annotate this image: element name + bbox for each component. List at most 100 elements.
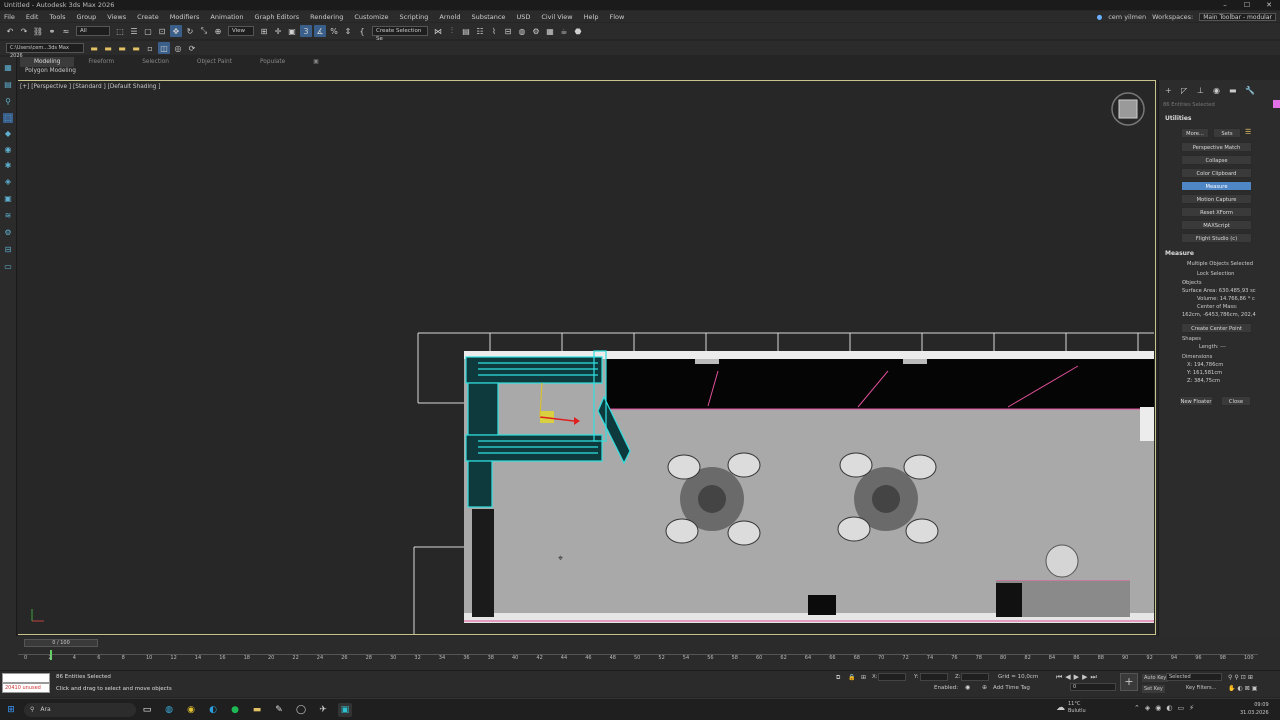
menu-views[interactable]: Views	[107, 13, 126, 21]
y-coordinate-field[interactable]	[920, 673, 948, 681]
ribbon-tab-populate[interactable]: Populate	[246, 57, 299, 67]
key-mode-dropdown[interactable]: Selected	[1166, 673, 1222, 681]
isolate-selection-icon[interactable]: ◫	[158, 42, 170, 54]
menu-tools[interactable]: Tools	[49, 13, 65, 21]
current-frame-field[interactable]: 0	[1070, 683, 1116, 691]
file-explorer-icon[interactable]: ▬	[250, 703, 264, 717]
utilities-tab-icon[interactable]: 🔧	[1245, 86, 1255, 95]
viewport-nav-controls-2[interactable]: ✋◐⊠▣	[1228, 685, 1259, 692]
more-button[interactable]: More...	[1181, 128, 1209, 138]
hierarchy-icon[interactable]: ⊟	[3, 245, 13, 255]
menu-edit[interactable]: Edit	[26, 13, 39, 21]
snap-settings-icon[interactable]: ◎	[172, 42, 184, 54]
perspective-viewport[interactable]: ⌖	[18, 80, 1156, 635]
selection-filter-dropdown[interactable]: All	[76, 26, 110, 36]
snaps-toggle-icon[interactable]: 3	[300, 25, 312, 37]
ribbon-panel[interactable]: Polygon Modeling	[20, 67, 1158, 76]
select-by-name-icon[interactable]: ☰	[128, 25, 140, 37]
scene-explorer-icon[interactable]: ▤	[460, 25, 472, 37]
pivot-center-icon[interactable]: ⊞	[258, 25, 270, 37]
task-view-icon[interactable]: ▭	[140, 703, 154, 717]
weather-widget[interactable]: ☁ 11°C Bulutlu	[1056, 701, 1086, 715]
menu-civil-view[interactable]: Civil View	[541, 13, 572, 21]
menu-flow[interactable]: Flow	[609, 13, 624, 21]
app2-icon[interactable]: ✈	[316, 703, 330, 717]
absolute-mode-icon[interactable]: ⊞	[861, 674, 866, 681]
redo-icon[interactable]: ↷	[18, 25, 30, 37]
viewport-label[interactable]: [+] [Perspective ] [Standard ] [Default …	[20, 84, 161, 90]
user-name[interactable]: cem yilmen	[1108, 13, 1146, 21]
select-manipulate-icon[interactable]: ✛	[272, 25, 284, 37]
key-filters-button[interactable]: Key Filters...	[1186, 685, 1216, 691]
schematic-view-icon[interactable]: ⊟	[502, 25, 514, 37]
keyboard-shortcut-icon[interactable]: ▣	[286, 25, 298, 37]
maxscript-output[interactable]: 20410 unused	[2, 683, 50, 693]
utility-collapse[interactable]: Collapse	[1181, 155, 1252, 165]
lights-icon[interactable]: ✱	[3, 161, 13, 171]
timeline[interactable]: 0 / 100	[0, 636, 1280, 670]
close-button[interactable]: ✕	[1258, 0, 1280, 10]
menu-rendering[interactable]: Rendering	[310, 13, 343, 21]
render-production-icon[interactable]: ☕	[558, 25, 570, 37]
edge-browser-icon[interactable]: ◐	[206, 703, 220, 717]
spinner-snap-icon[interactable]: ⇕	[342, 25, 354, 37]
bind-space-warp-icon[interactable]: ≈	[60, 25, 72, 37]
edge-icon[interactable]: ◍	[162, 703, 176, 717]
set-key-icon[interactable]: +	[1120, 673, 1138, 691]
scene-explorer-icon[interactable]: ▦	[3, 63, 13, 73]
utility-reset-xform[interactable]: Reset XForm	[1181, 207, 1252, 217]
steam-icon[interactable]: ◯	[294, 703, 308, 717]
modify-tab-icon[interactable]: ◸	[1181, 86, 1187, 95]
select-place-icon[interactable]: ⊕	[212, 25, 224, 37]
time-tag-icon[interactable]: ⊕	[982, 684, 987, 691]
project-folder-icon[interactable]: ▬	[88, 42, 100, 54]
select-scale-icon[interactable]: ⤡	[198, 25, 210, 37]
time-slider[interactable]: 0 / 100	[24, 639, 98, 647]
rendered-frame-window-icon[interactable]: ▦	[544, 25, 556, 37]
spotify-icon[interactable]: ●	[228, 703, 242, 717]
motion-tab-icon[interactable]: ◉	[1213, 86, 1220, 95]
color-swatch[interactable]	[1273, 100, 1280, 108]
app-icon[interactable]: ✎	[272, 703, 286, 717]
align-icon[interactable]: ⫶	[446, 25, 458, 37]
select-rotate-icon[interactable]: ↻	[184, 25, 196, 37]
display-icon[interactable]: ▭	[3, 262, 13, 272]
cameras-icon[interactable]: ◈	[3, 177, 13, 187]
shapes-icon[interactable]: ◉	[3, 145, 13, 155]
new-floater-button[interactable]: New Floater	[1179, 396, 1213, 406]
archive-icon[interactable]: ▬	[130, 42, 142, 54]
menu-create[interactable]: Create	[137, 13, 159, 21]
chrome-icon[interactable]: ◉	[184, 703, 198, 717]
system-tray-icons[interactable]: ⌃◈◉◐▭⚡	[1134, 704, 1199, 712]
mirror-icon[interactable]: ⋈	[432, 25, 444, 37]
ribbon-toggle-icon[interactable]: ▣	[299, 57, 332, 67]
window-crossing-icon[interactable]: ⊡	[156, 25, 168, 37]
create-tab-icon[interactable]: +	[1165, 86, 1172, 95]
sync-icon[interactable]: ⟳	[186, 42, 198, 54]
menu-help[interactable]: Help	[584, 13, 599, 21]
viewport-nav-controls[interactable]: ⚲⚲⊡⊞	[1228, 674, 1255, 681]
set-key-button[interactable]: Set Key	[1142, 685, 1165, 693]
utilities-rollout-title[interactable]: Utilities	[1165, 115, 1191, 122]
menu-modifiers[interactable]: Modifiers	[170, 13, 200, 21]
configure-sets-icon[interactable]: ☰	[1245, 128, 1251, 136]
asset-tracking-icon[interactable]: ▫	[144, 42, 156, 54]
edit-named-selection-icon[interactable]: {	[356, 25, 368, 37]
ribbon-tab-selection[interactable]: Selection	[128, 57, 183, 67]
utility-maxscript[interactable]: MAXScript	[1181, 220, 1252, 230]
select-move-icon[interactable]: ✥	[170, 25, 182, 37]
lock-selection-checkbox[interactable]: Lock Selection	[1197, 271, 1234, 277]
layer-icon[interactable]: ▤	[3, 80, 13, 90]
menu-group[interactable]: Group	[77, 13, 97, 21]
windows-start-icon[interactable]: ⊞	[4, 703, 18, 717]
ribbon-tab-object-paint[interactable]: Object Paint	[183, 57, 246, 67]
utility-motion-capture[interactable]: Motion Capture	[1181, 194, 1252, 204]
adaptive-degradation-icon[interactable]: ◉	[965, 684, 970, 691]
add-time-tag[interactable]: Add Time Tag	[993, 685, 1030, 691]
undo-icon[interactable]: ↶	[4, 25, 16, 37]
percent-snap-icon[interactable]: %	[328, 25, 340, 37]
utility-flight-studio-c[interactable]: Flight Studio (c)	[1181, 233, 1252, 243]
render-arnold-icon[interactable]: ⬣	[572, 25, 584, 37]
select-icon[interactable]: ⬚	[3, 113, 13, 123]
menu-file[interactable]: File	[4, 13, 15, 21]
